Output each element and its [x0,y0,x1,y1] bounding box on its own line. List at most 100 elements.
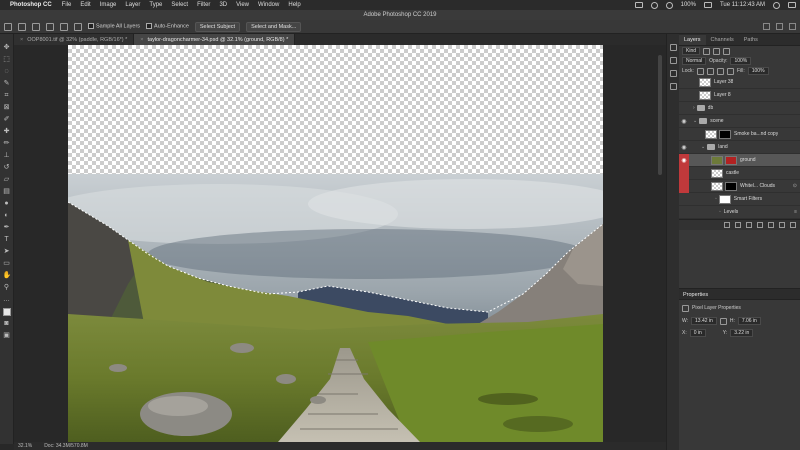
dropbox-icon[interactable] [634,2,643,8]
quick-selection-tool-icon[interactable] [4,22,12,31]
hand-tool-icon[interactable]: ✋ [3,272,12,280]
layer-mask-thumbnail[interactable] [725,181,737,191]
expand-icon[interactable]: › [693,105,695,111]
tab-layers[interactable]: Layers [679,35,706,45]
link-layers-icon[interactable] [724,222,730,228]
menu-layer[interactable]: Layer [125,2,140,8]
menu-file[interactable]: File [62,2,72,8]
dodge-tool-icon[interactable]: ◐ [3,212,11,220]
share-icon[interactable] [789,23,796,30]
layer-mask-thumbnail[interactable] [725,155,737,165]
fill-field[interactable]: 100% [747,67,769,75]
brush-size-icon[interactable] [60,22,68,31]
filter-options-icon[interactable]: ≡ [794,209,797,215]
menu-help[interactable]: Help [288,2,300,8]
select-and-mask-button[interactable]: Select and Mask... [246,21,302,32]
sync-icon[interactable] [650,1,658,9]
layer-row-smoke-copy[interactable]: Smoke ba...nd copy [679,128,800,141]
adjustments-icon[interactable] [669,57,677,64]
layer-row-db[interactable]: › db [679,102,800,115]
menu-view[interactable]: View [236,2,249,8]
angle-icon[interactable] [74,22,82,31]
doc-size[interactable]: Doc: 34.3M/570.8M [44,443,88,449]
layer-row-clouds[interactable]: Whitel... Clouds ⊙ [679,180,800,193]
path-selection-tool-icon[interactable]: ➤ [3,248,11,256]
kind-filter-select[interactable]: Kind [682,47,701,55]
sample-all-layers-option[interactable]: Sample All Layers [88,23,140,30]
document-canvas[interactable] [68,45,603,442]
canvas-area[interactable] [14,45,666,442]
tab-channels[interactable]: Channels [706,35,739,45]
pen-tool-icon[interactable]: ✒ [3,224,11,232]
healing-brush-tool-icon[interactable]: ✚ [3,128,11,136]
eraser-tool-icon[interactable]: ▱ [3,176,11,184]
add-mask-icon[interactable] [746,222,752,228]
collapse-icon[interactable]: ⌄ [701,144,705,150]
add-to-selection-icon[interactable] [32,22,40,31]
search-icon[interactable] [763,23,770,30]
marquee-tool-icon[interactable]: ⬚ [3,56,11,64]
libraries-icon[interactable] [669,70,677,77]
more-tools-icon[interactable]: … [3,296,11,304]
collapse-icon[interactable]: ⌄ [693,118,697,124]
quick-mask-icon[interactable]: ◙ [3,320,11,328]
eye-small-icon[interactable]: ◦ [715,196,717,202]
tab-oop8001[interactable]: × OOP8001.tif @ 32% (paddle, RGB/16*) * [14,34,135,45]
menu-edit[interactable]: Edit [80,2,90,8]
close-tab-icon[interactable]: × [20,37,23,43]
eye-icon[interactable]: ◉ [679,157,689,164]
screen-mode-icon[interactable]: ▣ [3,332,11,340]
zoom-tool-icon[interactable]: ⚲ [3,284,11,292]
clone-stamp-tool-icon[interactable]: ⊥ [3,152,11,160]
layer-row-layer-8[interactable]: Layer 8 [679,89,800,102]
fx-icon[interactable] [735,222,741,228]
history-icon[interactable] [669,44,677,51]
layer-mask-thumbnail[interactable] [719,129,731,139]
history-brush-tool-icon[interactable]: ↺ [3,164,11,172]
properties-title[interactable]: Properties [679,288,800,300]
lock-pixels-icon[interactable] [706,67,714,75]
trash-icon[interactable] [790,222,796,228]
gradient-tool-icon[interactable]: ▤ [3,188,11,196]
adjustment-layer-icon[interactable] [757,222,763,228]
layer-row-land[interactable]: ◉ ⌄ land [679,141,800,154]
close-tab-icon[interactable]: × [140,37,143,43]
sample-all-layers-checkbox[interactable] [88,23,94,30]
vertical-scrollbar[interactable] [658,55,662,175]
foreground-color-swatch[interactable] [2,308,11,316]
eye-icon[interactable]: ◉ [679,118,689,125]
new-group-icon[interactable] [768,222,774,228]
menu-filter[interactable]: Filter [197,2,210,8]
layer-row-smart-filters[interactable]: ◦ Smart Filters [679,193,800,206]
frame-tool-icon[interactable]: ⊠ [3,104,11,112]
type-tool-icon[interactable]: T [3,236,11,244]
menu-type[interactable]: Type [149,2,162,8]
wifi-icon[interactable] [665,1,673,9]
clock[interactable]: Tue 11:12:43 AM [720,2,765,8]
move-tool-icon[interactable]: ✥ [3,44,11,52]
layer-row-layer-38[interactable]: Layer 38 [679,76,800,89]
battery-icon[interactable] [703,2,712,8]
eye-small-icon[interactable]: ◦ [719,209,721,215]
layer-row-castle[interactable]: castle [679,167,800,180]
subtract-selection-icon[interactable] [46,22,54,31]
x-field[interactable]: 0 in [689,329,706,337]
filter-type-icon[interactable] [723,47,731,55]
swatches-icon[interactable] [669,83,677,90]
lock-transparent-icon[interactable] [696,67,704,75]
width-field[interactable]: 13.42 in [691,317,717,325]
lock-position-icon[interactable] [716,67,724,75]
layer-row-ground[interactable]: ◉ ground [679,154,800,167]
lasso-tool-icon[interactable]: ◌ [3,68,11,76]
search-icon[interactable] [773,1,780,9]
filter-pixel-icon[interactable] [703,47,711,55]
rectangle-tool-icon[interactable]: ▭ [3,260,11,268]
zoom-level[interactable]: 32.1% [18,443,32,449]
y-field[interactable]: 3.22 in [730,329,754,337]
new-layer-icon[interactable] [779,222,785,228]
auto-enhance-option[interactable]: Auto-Enhance [146,23,189,30]
link-proportions-icon[interactable] [719,317,727,325]
lock-all-icon[interactable] [726,67,734,75]
height-field[interactable]: 7.06 in [737,317,761,325]
menu-select[interactable]: Select [171,2,188,8]
